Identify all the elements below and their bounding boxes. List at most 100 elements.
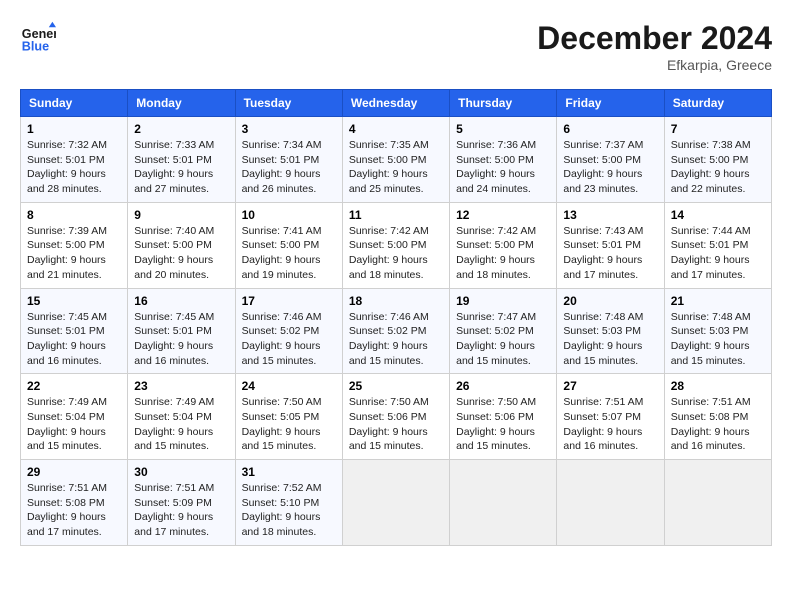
day-number: 14: [671, 208, 765, 222]
day-number: 27: [563, 379, 657, 393]
day-number: 7: [671, 122, 765, 136]
calendar-cell: [557, 460, 664, 546]
calendar-cell: 24Sunrise: 7:50 AMSunset: 5:05 PMDayligh…: [235, 374, 342, 460]
calendar-cell: 8 Sunrise: 7:39 AMSunset: 5:00 PMDaylight…: [21, 202, 128, 288]
day-info: Sunrise: 7:42 AMSunset: 5:00 PMDaylight:…: [456, 224, 550, 283]
calendar-cell: 16Sunrise: 7:45 AMSunset: 5:01 PMDayligh…: [128, 288, 235, 374]
day-number: 15: [27, 294, 121, 308]
day-number: 18: [349, 294, 443, 308]
day-info: Sunrise: 7:41 AMSunset: 5:00 PMDaylight:…: [242, 224, 336, 283]
calendar-cell: 21 Sunrise: 7:48 AMSunset: 5:03 PMDayligh…: [664, 288, 771, 374]
day-number: 11: [349, 208, 443, 222]
day-info: Sunrise: 7:51 AMSunset: 5:08 PMDaylight:…: [671, 395, 765, 454]
day-info: Sunrise: 7:38 AMSunset: 5:00 PMDaylight:…: [671, 138, 765, 197]
day-info: Sunrise: 7:46 AMSunset: 5:02 PMDaylight:…: [349, 310, 443, 369]
day-info: Sunrise: 7:42 AMSunset: 5:00 PMDaylight:…: [349, 224, 443, 283]
calendar-cell: 31 Sunrise: 7:52 AMSunset: 5:10 PMDayligh…: [235, 460, 342, 546]
month-title: December 2024: [537, 20, 772, 57]
day-info: Sunrise: 7:45 AMSunset: 5:01 PMDaylight:…: [27, 310, 121, 369]
day-number: 13: [563, 208, 657, 222]
calendar-cell: 2 Sunrise: 7:33 AMSunset: 5:01 PMDaylight…: [128, 117, 235, 203]
logo-icon: General Blue: [20, 20, 56, 56]
weekday-header-friday: Friday: [557, 90, 664, 117]
day-info: Sunrise: 7:33 AMSunset: 5:01 PMDaylight:…: [134, 138, 228, 197]
day-info: Sunrise: 7:37 AMSunset: 5:00 PMDaylight:…: [563, 138, 657, 197]
title-block: December 2024 Efkarpia, Greece: [537, 20, 772, 73]
day-number: 8: [27, 208, 121, 222]
weekday-header-wednesday: Wednesday: [342, 90, 449, 117]
day-number: 2: [134, 122, 228, 136]
weekday-header-saturday: Saturday: [664, 90, 771, 117]
calendar-cell: 12 Sunrise: 7:42 AMSunset: 5:00 PMDayligh…: [450, 202, 557, 288]
calendar-cell: 25 Sunrise: 7:50 AMSunset: 5:06 PMDayligh…: [342, 374, 449, 460]
calendar-cell: 19 Sunrise: 7:47 AMSunset: 5:02 PMDayligh…: [450, 288, 557, 374]
day-info: Sunrise: 7:50 AMSunset: 5:06 PMDaylight:…: [456, 395, 550, 454]
day-number: 30: [134, 465, 228, 479]
calendar-cell: 11 Sunrise: 7:42 AMSunset: 5:00 PMDayligh…: [342, 202, 449, 288]
day-number: 6: [563, 122, 657, 136]
day-number: 29: [27, 465, 121, 479]
day-info: Sunrise: 7:44 AMSunset: 5:01 PMDaylight:…: [671, 224, 765, 283]
day-number: 17: [242, 294, 336, 308]
day-info: Sunrise: 7:49 AMSunset: 5:04 PMDaylight:…: [134, 395, 228, 454]
calendar-cell: 18 Sunrise: 7:46 AMSunset: 5:02 PMDayligh…: [342, 288, 449, 374]
day-info: Sunrise: 7:32 AMSunset: 5:01 PMDaylight:…: [27, 138, 121, 197]
day-number: 31: [242, 465, 336, 479]
weekday-header-row: SundayMondayTuesdayWednesdayThursdayFrid…: [21, 90, 772, 117]
day-number: 1: [27, 122, 121, 136]
calendar-week-row: 22 Sunrise: 7:49 AMSunset: 5:04 PMDayligh…: [21, 374, 772, 460]
svg-text:Blue: Blue: [22, 40, 49, 54]
weekday-header-monday: Monday: [128, 90, 235, 117]
logo: General Blue: [20, 20, 56, 56]
day-info: Sunrise: 7:52 AMSunset: 5:10 PMDaylight:…: [242, 481, 336, 540]
weekday-header-thursday: Thursday: [450, 90, 557, 117]
calendar-week-row: 1 Sunrise: 7:32 AMSunset: 5:01 PMDaylight…: [21, 117, 772, 203]
calendar-week-row: 8 Sunrise: 7:39 AMSunset: 5:00 PMDaylight…: [21, 202, 772, 288]
day-number: 21: [671, 294, 765, 308]
calendar-cell: 3 Sunrise: 7:34 AMSunset: 5:01 PMDaylight…: [235, 117, 342, 203]
calendar-cell: 22 Sunrise: 7:49 AMSunset: 5:04 PMDayligh…: [21, 374, 128, 460]
day-info: Sunrise: 7:36 AMSunset: 5:00 PMDaylight:…: [456, 138, 550, 197]
calendar-cell: 15 Sunrise: 7:45 AMSunset: 5:01 PMDayligh…: [21, 288, 128, 374]
calendar-week-row: 15 Sunrise: 7:45 AMSunset: 5:01 PMDayligh…: [21, 288, 772, 374]
day-info: Sunrise: 7:50 AMSunset: 5:06 PMDaylight:…: [349, 395, 443, 454]
calendar-cell: 30 Sunrise: 7:51 AMSunset: 5:09 PMDayligh…: [128, 460, 235, 546]
calendar-cell: 27 Sunrise: 7:51 AMSunset: 5:07 PMDayligh…: [557, 374, 664, 460]
calendar-cell: 5Sunrise: 7:36 AMSunset: 5:00 PMDaylight…: [450, 117, 557, 203]
calendar-cell: 4 Sunrise: 7:35 AMSunset: 5:00 PMDaylight…: [342, 117, 449, 203]
day-number: 19: [456, 294, 550, 308]
day-number: 16: [134, 294, 228, 308]
day-info: Sunrise: 7:51 AMSunset: 5:08 PMDaylight:…: [27, 481, 121, 540]
day-number: 22: [27, 379, 121, 393]
calendar-cell: 28Sunrise: 7:51 AMSunset: 5:08 PMDayligh…: [664, 374, 771, 460]
calendar-table: SundayMondayTuesdayWednesdayThursdayFrid…: [20, 89, 772, 546]
day-info: Sunrise: 7:46 AMSunset: 5:02 PMDaylight:…: [242, 310, 336, 369]
day-info: Sunrise: 7:39 AMSunset: 5:00 PMDaylight:…: [27, 224, 121, 283]
calendar-cell: 13Sunrise: 7:43 AMSunset: 5:01 PMDayligh…: [557, 202, 664, 288]
calendar-cell: [342, 460, 449, 546]
day-number: 26: [456, 379, 550, 393]
day-number: 4: [349, 122, 443, 136]
day-number: 12: [456, 208, 550, 222]
day-info: Sunrise: 7:35 AMSunset: 5:00 PMDaylight:…: [349, 138, 443, 197]
page-header: General Blue December 2024 Efkarpia, Gre…: [20, 20, 772, 73]
day-info: Sunrise: 7:51 AMSunset: 5:07 PMDaylight:…: [563, 395, 657, 454]
calendar-cell: 26 Sunrise: 7:50 AMSunset: 5:06 PMDayligh…: [450, 374, 557, 460]
calendar-cell: 14 Sunrise: 7:44 AMSunset: 5:01 PMDayligh…: [664, 202, 771, 288]
day-info: Sunrise: 7:49 AMSunset: 5:04 PMDaylight:…: [27, 395, 121, 454]
day-number: 24: [242, 379, 336, 393]
calendar-cell: 1 Sunrise: 7:32 AMSunset: 5:01 PMDaylight…: [21, 117, 128, 203]
day-number: 9: [134, 208, 228, 222]
day-info: Sunrise: 7:47 AMSunset: 5:02 PMDaylight:…: [456, 310, 550, 369]
calendar-cell: [664, 460, 771, 546]
day-number: 3: [242, 122, 336, 136]
calendar-cell: 17 Sunrise: 7:46 AMSunset: 5:02 PMDayligh…: [235, 288, 342, 374]
weekday-header-sunday: Sunday: [21, 90, 128, 117]
day-info: Sunrise: 7:51 AMSunset: 5:09 PMDaylight:…: [134, 481, 228, 540]
day-info: Sunrise: 7:48 AMSunset: 5:03 PMDaylight:…: [671, 310, 765, 369]
calendar-cell: 6 Sunrise: 7:37 AMSunset: 5:00 PMDaylight…: [557, 117, 664, 203]
day-info: Sunrise: 7:34 AMSunset: 5:01 PMDaylight:…: [242, 138, 336, 197]
day-number: 20: [563, 294, 657, 308]
calendar-cell: 20Sunrise: 7:48 AMSunset: 5:03 PMDayligh…: [557, 288, 664, 374]
day-number: 25: [349, 379, 443, 393]
